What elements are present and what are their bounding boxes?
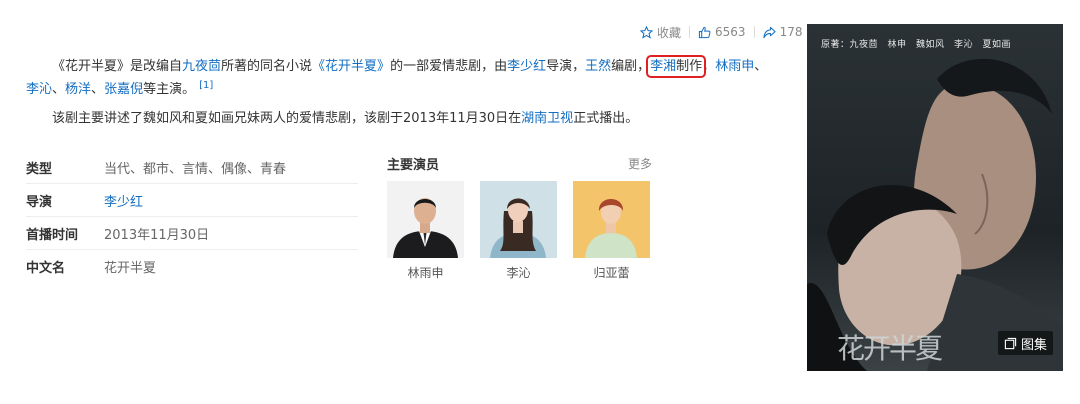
- wiki-link[interactable]: 李少红: [507, 59, 546, 74]
- star-icon: [640, 25, 653, 39]
- gallery-button[interactable]: 图集: [997, 331, 1053, 355]
- info-row: 类型 当代、都市、言情、偶像、青春: [26, 151, 358, 184]
- summary-text: 导演，: [546, 59, 586, 74]
- info-row: 首播时间 2013年11月30日: [26, 217, 358, 250]
- share-button[interactable]: 178: [762, 25, 803, 39]
- info-value: 花开半夏: [104, 260, 157, 276]
- wiki-link[interactable]: 王然: [585, 59, 611, 74]
- wiki-link[interactable]: 九夜茴: [182, 59, 221, 74]
- favorite-button[interactable]: 收藏: [640, 24, 681, 41]
- info-label: 导演: [26, 194, 53, 210]
- toolbar-divider: [689, 26, 691, 38]
- summary-text: 编剧，: [611, 59, 651, 74]
- summary-paragraph-1: 《花开半夏》是改编自九夜茴所著的同名小说《花开半夏》的一部爱情悲剧，由李少红导演…: [26, 55, 778, 101]
- cast-title: 主要演员: [387, 157, 440, 173]
- share-icon: [762, 26, 776, 38]
- wiki-link[interactable]: 李沁: [26, 82, 52, 97]
- wiki-link[interactable]: 林雨申: [715, 59, 754, 74]
- summary-text: 、: [91, 82, 105, 97]
- basic-info-table: 类型 当代、都市、言情、偶像、青春导演 李少红首播时间 2013年11月30日中文名 花…: [26, 151, 358, 282]
- like-count: 6563: [715, 25, 746, 39]
- main-cast-section: 主要演员 更多 林雨申 李沁 归亚蕾: [387, 154, 652, 281]
- info-label: 类型: [26, 161, 53, 177]
- wiki-link[interactable]: 《花开半夏》: [312, 59, 390, 74]
- actor-name: 归亚蕾: [593, 266, 630, 280]
- poster-credits: 原著：九夜茴 林申 魏如风 李沁 夏如画: [821, 40, 1012, 50]
- actor-photo: [573, 181, 650, 258]
- info-row: 中文名 花开半夏: [26, 250, 358, 282]
- cast-header: 主要演员 更多: [387, 154, 652, 173]
- wiki-link[interactable]: 张嘉倪: [104, 82, 143, 97]
- summary-paragraph-2: 该剧主要讲述了魏如风和夏如画兄妹两人的爱情悲剧，该剧于2013年11月30日在湖…: [26, 107, 778, 130]
- cast-more-link[interactable]: 更多: [628, 155, 652, 172]
- info-label: 首播时间: [26, 227, 79, 243]
- summary-text: 、: [52, 82, 66, 97]
- info-value-link[interactable]: 李少红: [104, 191, 143, 210]
- drama-poster[interactable]: 原著：九夜茴 林申 魏如风 李沁 夏如画 花开半夏 图集: [807, 24, 1063, 371]
- cast-list: 林雨申 李沁 归亚蕾: [387, 181, 652, 281]
- summary-text: 等主演。: [143, 82, 196, 97]
- actor-card[interactable]: 林雨申: [387, 181, 464, 281]
- actor-card[interactable]: 李沁: [480, 181, 557, 281]
- summary-section: 《花开半夏》是改编自九夜茴所著的同名小说《花开半夏》的一部爱情悲剧，由李少红导演…: [26, 55, 778, 130]
- info-value: 2013年11月30日: [104, 227, 210, 243]
- like-button[interactable]: 6563: [698, 25, 746, 39]
- info-label: 中文名: [26, 260, 66, 276]
- summary-text: 该剧主要讲述了魏如风和夏如画兄妹两人的爱情悲剧，该剧于2013年11月30日在: [52, 111, 522, 126]
- actor-photo: [387, 181, 464, 258]
- summary-text: 制作: [676, 59, 703, 74]
- summary-text: 的一部爱情悲剧，由: [390, 59, 508, 74]
- actor-photo: [480, 181, 557, 258]
- favorite-label: 收藏: [657, 25, 682, 40]
- toolbar-divider: [753, 26, 755, 38]
- share-count: 178: [779, 25, 803, 39]
- highlight-box: 李湘制作: [646, 55, 707, 78]
- actor-name: 林雨申: [407, 266, 444, 280]
- info-value: 当代、都市、言情、偶像、青春: [104, 161, 287, 177]
- summary-text: 所著的同名小说: [221, 59, 313, 74]
- actor-card[interactable]: 归亚蕾: [573, 181, 650, 281]
- info-row: 导演 李少红: [26, 184, 358, 217]
- summary-text: ，: [702, 59, 716, 74]
- summary-text: 、: [754, 59, 768, 74]
- thumbs-up-icon: [698, 26, 711, 38]
- gallery-icon: [1004, 337, 1017, 349]
- wiki-link[interactable]: 李湘: [650, 59, 676, 74]
- wiki-link[interactable]: 杨洋: [65, 82, 91, 97]
- poster-title-logo: 花开半夏: [837, 332, 943, 365]
- summary-text: 《花开半夏》是改编自: [52, 59, 183, 74]
- summary-text: 正式播出。: [573, 111, 639, 126]
- article-toolbar: 收藏 6563 178: [640, 24, 802, 40]
- reference-1[interactable]: [1]: [199, 80, 213, 91]
- actor-name: 李沁: [506, 266, 531, 280]
- wiki-link[interactable]: 湖南卫视: [521, 111, 573, 126]
- gallery-label: 图集: [1020, 337, 1047, 353]
